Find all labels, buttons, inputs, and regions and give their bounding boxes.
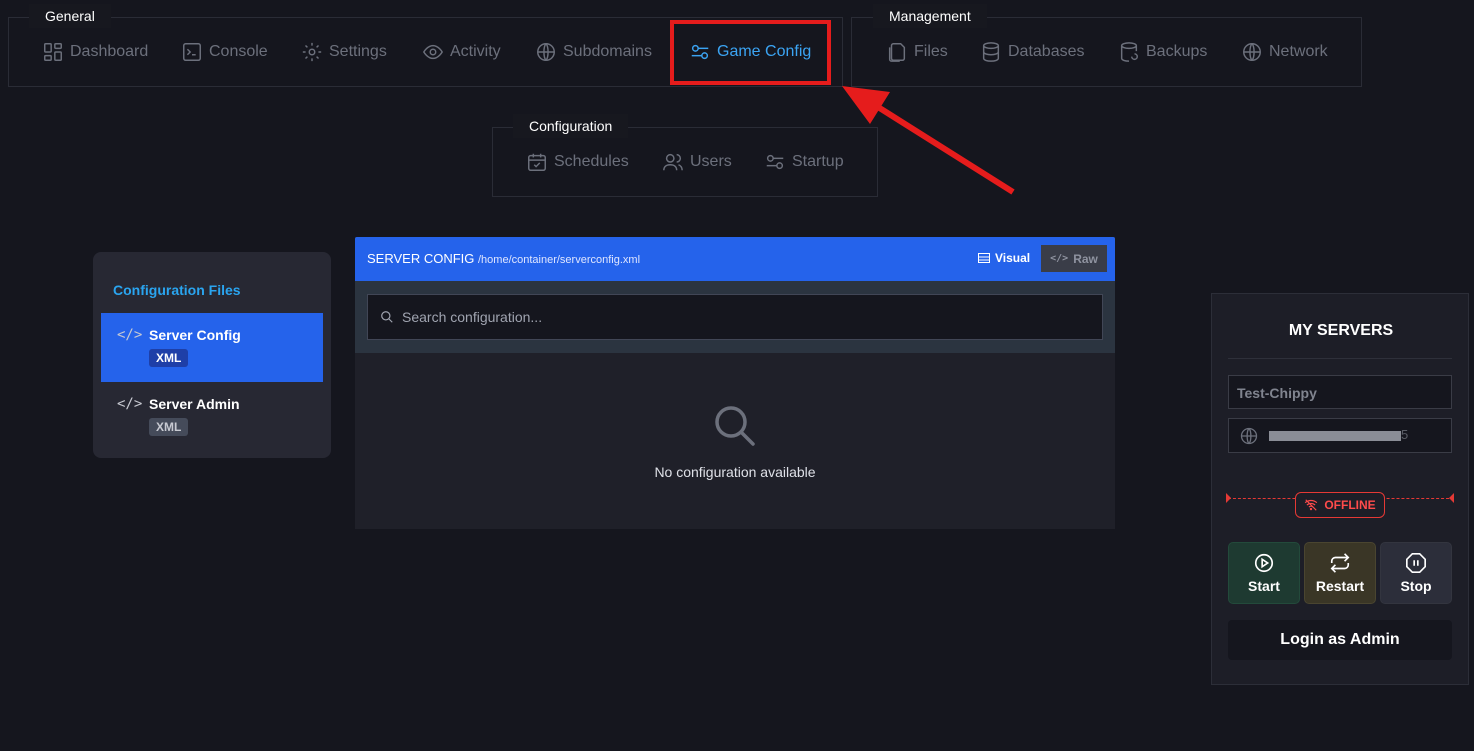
code-icon: </> bbox=[1050, 253, 1069, 264]
play-icon bbox=[1254, 553, 1274, 573]
editor-title: SERVER CONFIG bbox=[367, 251, 475, 266]
users-icon bbox=[663, 153, 683, 171]
config-file-server-admin[interactable]: </> Server Admin XML bbox=[101, 382, 323, 451]
file-type-badge: XML bbox=[149, 349, 189, 367]
eye-icon bbox=[422, 44, 444, 60]
server-name[interactable]: Test-Chippy bbox=[1228, 375, 1452, 409]
my-servers-panel: MY SERVERS Test-Chippy 5 OFFLINE Start R… bbox=[1211, 293, 1469, 685]
status-divider-end-icon bbox=[1226, 493, 1231, 503]
divider bbox=[1228, 358, 1452, 359]
nav-group-title: Management bbox=[873, 4, 987, 28]
globe-icon bbox=[1243, 43, 1261, 61]
restart-icon bbox=[1330, 553, 1350, 573]
sidebar-title: Configuration Files bbox=[113, 282, 241, 298]
files-icon bbox=[888, 43, 906, 62]
nav-group-management: Management Files Databases Backups Netwo… bbox=[851, 4, 1362, 87]
dashboard-icon bbox=[44, 43, 62, 61]
nav-item-label: Console bbox=[209, 43, 268, 60]
nav-item-label: Subdomains bbox=[563, 43, 652, 60]
status-badge: OFFLINE bbox=[1295, 492, 1385, 518]
nav-item-label: Backups bbox=[1146, 43, 1208, 60]
restart-label: Restart bbox=[1315, 578, 1365, 594]
restart-button[interactable]: Restart bbox=[1304, 542, 1376, 604]
search-icon bbox=[381, 311, 393, 323]
search-box bbox=[367, 294, 1103, 340]
nav-item-files[interactable]: Files bbox=[886, 40, 948, 64]
nav-item-settings[interactable]: Settings bbox=[301, 40, 387, 64]
stop-label: Stop bbox=[1400, 578, 1432, 594]
nav-item-subdomains[interactable]: Subdomains bbox=[535, 40, 652, 64]
globe-icon bbox=[1240, 427, 1258, 445]
nav-item-label: Users bbox=[690, 153, 732, 170]
nav-item-databases[interactable]: Databases bbox=[980, 40, 1085, 64]
config-file-server-config[interactable]: </> Server Config XML bbox=[101, 313, 323, 382]
nav-item-label: Files bbox=[914, 43, 948, 60]
nav-group-title: General bbox=[29, 4, 111, 28]
empty-state-text: No configuration available bbox=[654, 464, 816, 480]
nav-item-schedules[interactable]: Schedules bbox=[526, 150, 629, 174]
status-divider-end-icon bbox=[1449, 493, 1454, 503]
config-file-label: Server Admin bbox=[149, 396, 240, 412]
calendar-icon bbox=[528, 153, 546, 171]
raw-label: Raw bbox=[1073, 251, 1098, 266]
gear-icon bbox=[302, 42, 322, 62]
nav-item-console[interactable]: Console bbox=[181, 40, 268, 64]
config-editor-panel: SERVER CONFIG /home/container/serverconf… bbox=[355, 237, 1115, 529]
stop-button[interactable]: Stop bbox=[1380, 542, 1452, 604]
nav-item-label: Network bbox=[1269, 43, 1328, 60]
server-address[interactable]: 5 bbox=[1228, 418, 1452, 453]
status-text: OFFLINE bbox=[1324, 498, 1376, 512]
nav-item-label: Dashboard bbox=[70, 43, 149, 60]
redacted-address bbox=[1269, 431, 1401, 441]
wifi-off-icon bbox=[1305, 499, 1318, 511]
search-input[interactable] bbox=[402, 309, 1082, 325]
table-icon bbox=[978, 253, 990, 263]
annotation-arrow-icon bbox=[842, 86, 1015, 195]
nav-item-activity[interactable]: Activity bbox=[422, 40, 501, 64]
visual-label: Visual bbox=[995, 251, 1031, 265]
file-type-badge: XML bbox=[149, 418, 189, 436]
raw-mode-button[interactable]: </> Raw bbox=[1041, 245, 1107, 272]
search-icon bbox=[715, 406, 755, 446]
nav-item-users[interactable]: Users bbox=[662, 150, 732, 174]
editor-header: SERVER CONFIG /home/container/serverconf… bbox=[355, 237, 1115, 281]
backup-icon bbox=[1120, 42, 1138, 62]
nav-group-configuration: Configuration Schedules Users Startup bbox=[492, 114, 878, 197]
globe-icon bbox=[537, 43, 555, 61]
nav-item-dashboard[interactable]: Dashboard bbox=[42, 40, 148, 64]
highlight-box bbox=[670, 20, 831, 85]
nav-group-title: Configuration bbox=[513, 114, 629, 138]
nav-item-label: Activity bbox=[450, 43, 501, 60]
address-tail: 5 bbox=[1401, 427, 1409, 442]
start-label: Start bbox=[1248, 578, 1280, 594]
code-icon: </> bbox=[117, 396, 143, 412]
config-files-sidebar: Configuration Files </> Server Config XM… bbox=[93, 252, 331, 458]
servers-title: MY SERVERS bbox=[1288, 322, 1394, 339]
start-button[interactable]: Start bbox=[1228, 542, 1300, 604]
config-file-label: Server Config bbox=[149, 327, 241, 343]
search-bar bbox=[355, 281, 1115, 353]
nav-item-network[interactable]: Network bbox=[1241, 40, 1328, 64]
terminal-icon bbox=[183, 43, 201, 61]
editor-path: /home/container/serverconfig.xml bbox=[478, 254, 641, 266]
nav-item-backups[interactable]: Backups bbox=[1118, 40, 1207, 64]
code-icon: </> bbox=[117, 327, 143, 343]
nav-item-label: Settings bbox=[329, 43, 387, 60]
pause-octagon-icon bbox=[1406, 553, 1426, 573]
login-as-admin-button[interactable]: Login as Admin bbox=[1228, 620, 1452, 660]
nav-item-label: Databases bbox=[1008, 43, 1085, 60]
sliders-icon bbox=[766, 154, 784, 170]
visual-mode-button[interactable]: Visual bbox=[978, 251, 1030, 265]
database-icon bbox=[982, 42, 1000, 62]
nav-item-label: Schedules bbox=[554, 153, 629, 170]
